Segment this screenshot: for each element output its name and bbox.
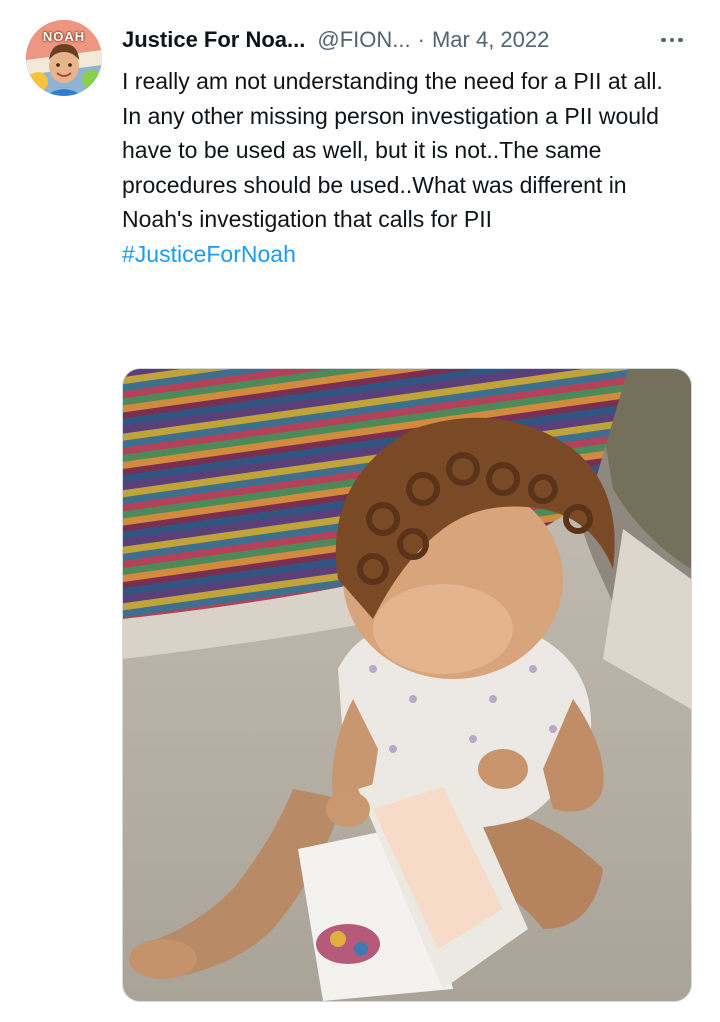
tweet-text-line: I really am not understanding the need f… (122, 68, 663, 94)
tweet-text: I really am not understanding the need f… (122, 64, 697, 271)
more-horizontal-icon[interactable] (654, 26, 690, 54)
avatar-badge-text: NOAH (42, 29, 86, 44)
tweet-date[interactable]: Mar 4, 2022 (432, 27, 549, 53)
tweet-text-line: In any other missing person investigatio… (122, 102, 659, 233)
author-name[interactable]: Justice For Noa... (122, 27, 305, 53)
tweet-header: Justice For Noa... @FION... · Mar 4, 202… (122, 24, 696, 56)
photo-media (123, 369, 691, 1001)
author-handle[interactable]: @FION... (317, 27, 410, 53)
hashtag-link[interactable]: #JusticeForNoah (122, 241, 296, 267)
header-separator: · (417, 27, 425, 52)
author-avatar[interactable]: NOAH (26, 20, 102, 96)
tweet-card[interactable]: NOAH Justice For Noa... @FION... · Mar 4… (0, 0, 720, 1022)
tweet-media-photo[interactable] (122, 368, 692, 1002)
